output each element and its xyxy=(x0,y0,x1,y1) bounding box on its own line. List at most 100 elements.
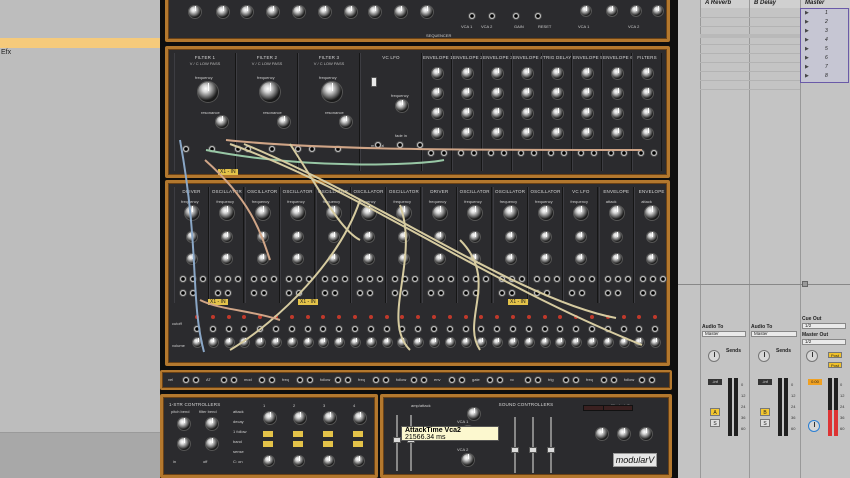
range-knob[interactable] xyxy=(610,231,623,243)
jack[interactable] xyxy=(287,325,296,333)
volume-knob[interactable] xyxy=(444,337,456,348)
jack[interactable] xyxy=(319,325,328,333)
jack[interactable] xyxy=(391,289,400,297)
sequencer-knob[interactable] xyxy=(266,5,280,19)
jack[interactable] xyxy=(578,289,587,297)
jack[interactable] xyxy=(461,325,470,333)
volume-knob[interactable] xyxy=(634,337,646,348)
play-icon[interactable]: ▶ xyxy=(805,73,809,79)
attack-knob[interactable] xyxy=(177,437,191,451)
frequency-knob[interactable] xyxy=(538,205,554,221)
volume-knob[interactable] xyxy=(381,337,393,348)
pulse-width-knob[interactable] xyxy=(256,253,269,265)
cue-out-select[interactable]: 1/2 xyxy=(802,323,846,329)
jack[interactable] xyxy=(533,275,541,283)
volume-knob[interactable] xyxy=(192,337,203,348)
jack[interactable] xyxy=(648,376,656,384)
jack[interactable] xyxy=(320,275,329,283)
jack[interactable] xyxy=(620,149,628,157)
jack[interactable] xyxy=(199,275,207,283)
jack[interactable] xyxy=(268,145,276,153)
frequency-knob[interactable] xyxy=(431,205,448,221)
envelope-knob[interactable] xyxy=(641,87,654,100)
jack[interactable] xyxy=(543,289,551,297)
jack[interactable] xyxy=(234,275,243,283)
jack[interactable] xyxy=(512,12,520,20)
volume-knob[interactable] xyxy=(223,337,235,348)
audio-to-select[interactable]: Master xyxy=(702,331,746,337)
lfo-frequency-knob[interactable] xyxy=(395,99,409,113)
jack[interactable] xyxy=(524,376,532,384)
range-knob[interactable] xyxy=(256,231,269,243)
volume-knob[interactable] xyxy=(413,337,425,348)
scene-slot[interactable]: ▶ 6 xyxy=(801,55,848,63)
pulse-width-knob[interactable] xyxy=(504,253,517,265)
jack[interactable] xyxy=(268,376,276,384)
frequency-knob[interactable] xyxy=(502,205,519,221)
play-icon[interactable]: ▶ xyxy=(805,64,809,70)
jack[interactable] xyxy=(240,325,249,333)
scene-slot[interactable]: ▶ 4 xyxy=(801,37,848,45)
envelope-knob[interactable] xyxy=(581,127,594,140)
jack[interactable] xyxy=(366,325,375,333)
step-knob[interactable] xyxy=(263,411,277,425)
scene-slot[interactable]: ▶ 5 xyxy=(801,46,848,54)
envelope-knob[interactable] xyxy=(431,127,444,140)
solo-button[interactable]: S xyxy=(760,419,770,427)
volume-knob[interactable] xyxy=(286,337,298,348)
jack[interactable] xyxy=(420,376,428,384)
envelope-knob[interactable] xyxy=(491,107,504,120)
jack[interactable] xyxy=(517,149,525,157)
jack[interactable] xyxy=(249,289,258,297)
volume-knob[interactable] xyxy=(602,337,614,348)
jack[interactable] xyxy=(482,275,491,283)
envelope-knob[interactable] xyxy=(491,87,504,100)
jack[interactable] xyxy=(497,289,506,297)
jack[interactable] xyxy=(340,275,349,283)
jack[interactable] xyxy=(436,275,445,283)
jack[interactable] xyxy=(179,289,187,297)
jack[interactable] xyxy=(330,275,339,283)
step-knob[interactable] xyxy=(323,411,337,425)
envelope-knob[interactable] xyxy=(611,127,624,140)
jack[interactable] xyxy=(639,289,648,297)
sequencer-knob[interactable] xyxy=(240,5,254,19)
jack[interactable] xyxy=(650,149,658,157)
jack[interactable] xyxy=(619,325,628,333)
pulse-width-knob[interactable] xyxy=(610,253,623,265)
jack[interactable] xyxy=(224,325,233,333)
jack[interactable] xyxy=(193,325,201,333)
jack[interactable] xyxy=(244,145,252,153)
volume-knob[interactable] xyxy=(271,337,282,348)
play-icon[interactable]: ▶ xyxy=(805,37,809,43)
envelope-knob[interactable] xyxy=(551,87,564,100)
jack[interactable] xyxy=(613,275,622,283)
range-knob[interactable] xyxy=(398,231,411,243)
frequency-knob[interactable] xyxy=(467,205,484,221)
pulse-width-knob[interactable] xyxy=(575,253,588,265)
volume-knob[interactable] xyxy=(492,337,504,348)
jack[interactable] xyxy=(401,289,410,297)
jack[interactable] xyxy=(366,289,374,297)
jack[interactable] xyxy=(401,275,410,283)
vca-knob[interactable] xyxy=(580,5,592,17)
jack[interactable] xyxy=(635,325,644,333)
cutoff-knob-1[interactable] xyxy=(595,427,609,441)
envelope-knob[interactable] xyxy=(431,107,444,120)
sequencer-knob[interactable] xyxy=(292,5,306,19)
frequency-knob[interactable] xyxy=(219,205,236,221)
jack[interactable] xyxy=(320,289,329,297)
volume-knob[interactable] xyxy=(429,337,440,348)
pulse-width-knob[interactable] xyxy=(186,253,198,265)
jack[interactable] xyxy=(214,289,223,297)
jack[interactable] xyxy=(562,376,570,384)
envelope-knob[interactable] xyxy=(641,127,654,140)
volume-knob[interactable] xyxy=(302,337,314,348)
range-knob[interactable] xyxy=(540,231,552,243)
jack[interactable] xyxy=(285,275,294,283)
jack[interactable] xyxy=(623,275,632,283)
jack[interactable] xyxy=(296,376,304,384)
vca2-knob[interactable] xyxy=(461,453,475,467)
jack[interactable] xyxy=(295,289,304,297)
lfo-switch[interactable] xyxy=(371,77,377,87)
